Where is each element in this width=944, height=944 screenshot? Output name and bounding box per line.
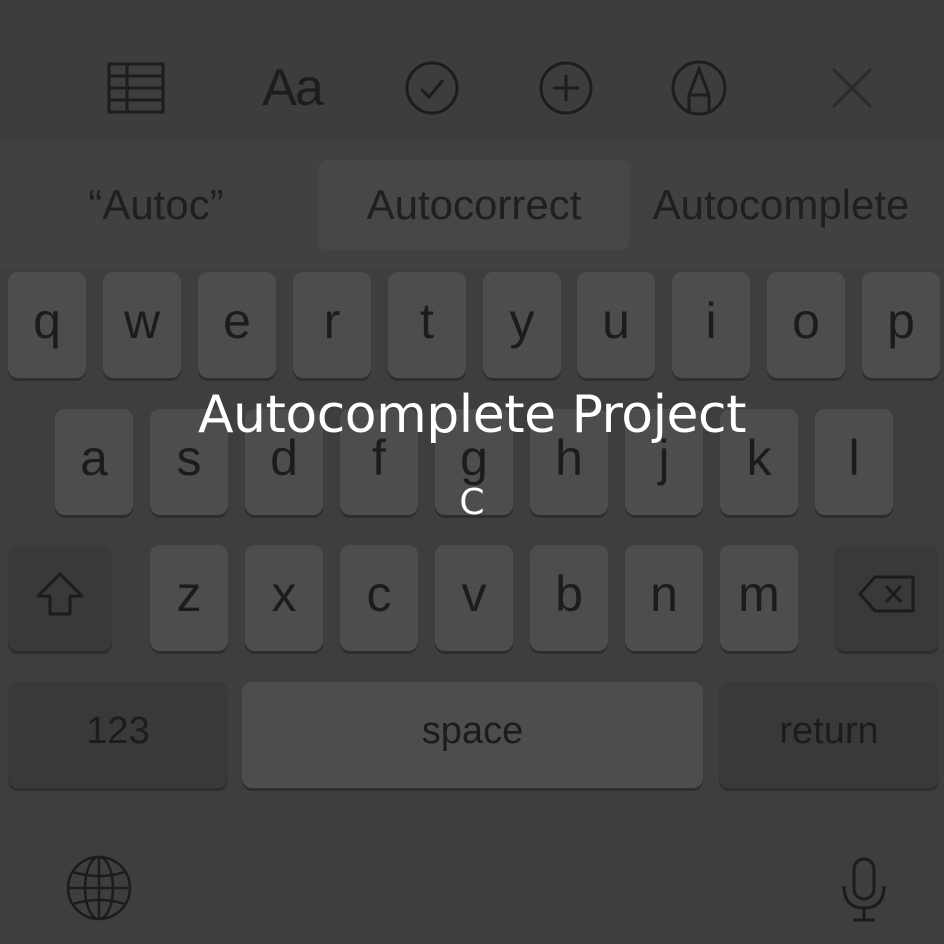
key-r[interactable]: r [293,272,371,378]
overlay-title: Autocomplete Project [197,385,747,445]
key-o[interactable]: o [767,272,845,378]
key-q[interactable]: q [8,272,86,378]
globe-icon[interactable] [64,853,134,923]
delete-icon [858,575,915,613]
suggestion-literal[interactable]: “Autoc” [40,160,272,250]
key-x[interactable]: x [245,545,323,651]
key-t[interactable]: t [388,272,466,378]
delete-key[interactable] [835,545,939,651]
key-w[interactable]: w [103,272,181,378]
key-n[interactable]: n [625,545,703,651]
key-b[interactable]: b [530,545,608,651]
close-icon[interactable] [822,58,882,118]
return-key[interactable]: return [719,682,939,788]
shift-key[interactable] [8,545,112,651]
key-z[interactable]: z [150,545,228,651]
notes-toolbar: Aa [0,0,944,141]
numbers-key[interactable]: 123 [8,682,228,788]
pen-circle-icon[interactable] [669,58,729,118]
key-v[interactable]: v [435,545,513,651]
shift-icon [36,572,84,616]
table-icon[interactable] [106,58,166,118]
suggestion-autocorrect[interactable]: Autocorrect [318,160,630,250]
keyboard-screen: Aa “Autoc” Autocorrect Autocomplete q w … [0,0,944,944]
key-u[interactable]: u [577,272,655,378]
suggestion-autocomplete[interactable]: Autocomplete [632,160,930,250]
keyboard-bottom-bar [0,800,944,944]
microphone-icon[interactable] [836,855,892,925]
overlay-subtitle: C [459,482,485,523]
key-e[interactable]: e [198,272,276,378]
key-p[interactable]: p [862,272,940,378]
key-y[interactable]: y [483,272,561,378]
key-c[interactable]: c [340,545,418,651]
space-key[interactable]: space [242,682,703,788]
key-i[interactable]: i [672,272,750,378]
checkmark-circle-icon[interactable] [402,58,462,118]
plus-circle-icon[interactable] [536,58,596,118]
key-m[interactable]: m [720,545,798,651]
format-button[interactable]: Aa [254,58,330,118]
